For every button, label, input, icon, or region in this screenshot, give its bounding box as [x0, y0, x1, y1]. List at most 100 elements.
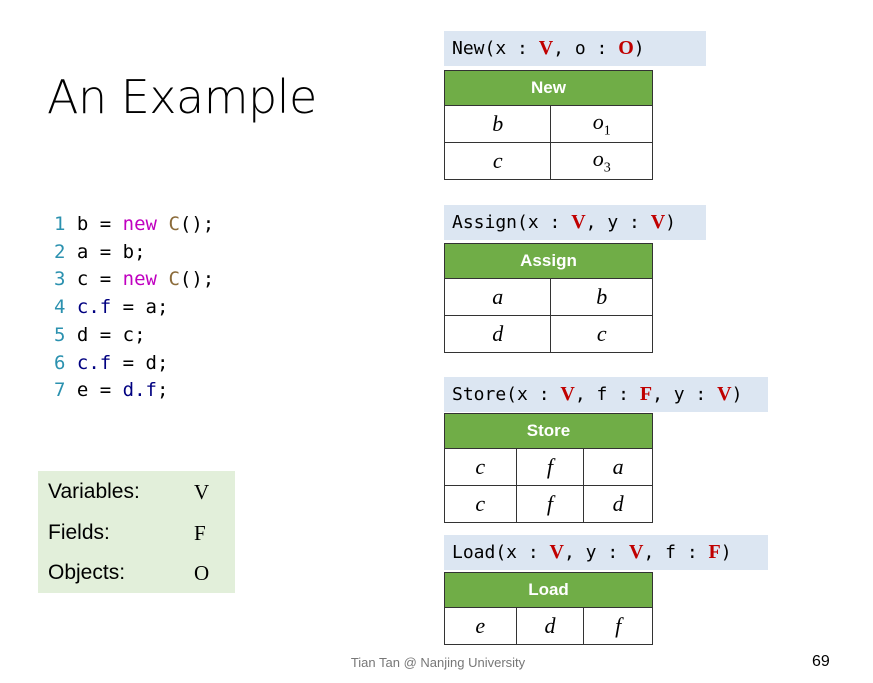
- code-token: c =: [76, 268, 123, 291]
- signature-token: New(x :: [452, 38, 539, 59]
- domain-legend: Variables: V Fields: F Objects: O: [38, 471, 235, 593]
- table-header-row: Load: [444, 572, 653, 608]
- signature-token: V: [717, 383, 732, 405]
- slide-title: An Example: [47, 70, 317, 124]
- code-token: c.f: [76, 351, 112, 374]
- table-cell: f: [515, 485, 585, 523]
- line-number: 1: [54, 213, 77, 235]
- subscript: 1: [603, 123, 611, 139]
- page-number: 69: [812, 653, 830, 670]
- table-header-row: Store: [444, 413, 653, 449]
- signature-token: , o :: [553, 38, 619, 59]
- code-token: d = c;: [76, 323, 146, 346]
- code-line: 4 c.f = a;: [54, 294, 168, 321]
- code-token: = a;: [111, 296, 169, 319]
- signature-token: V: [538, 37, 554, 59]
- table-cell: a: [583, 448, 653, 486]
- code-token: a = b;: [76, 240, 146, 263]
- code-token: ();: [179, 268, 215, 291]
- relation-table: Assign a b d c: [443, 243, 653, 353]
- code-line: 2 a = b;: [54, 239, 146, 266]
- line-number: 5: [54, 323, 77, 346]
- table-cell: o3: [550, 142, 653, 180]
- signature-token: ): [720, 542, 732, 563]
- table-cell: b: [443, 105, 552, 143]
- signature-token: F: [639, 383, 653, 405]
- table-cell: b: [550, 278, 653, 316]
- signature-token: ): [665, 212, 676, 233]
- signature-token: ): [731, 384, 743, 405]
- table-row: ab: [443, 278, 653, 316]
- line-number: 2: [54, 240, 77, 263]
- signature-token: Store(x :: [452, 384, 561, 405]
- table-row: dc: [443, 315, 653, 353]
- table-row: edf: [444, 607, 653, 645]
- table-cell: c: [550, 315, 653, 353]
- signature-token: ): [633, 38, 645, 59]
- table-cell: e: [444, 607, 517, 645]
- line-number: 6: [54, 351, 77, 374]
- code-token: ;: [156, 379, 169, 402]
- legend-label: Fields:: [48, 520, 110, 544]
- legend-label: Objects:: [48, 561, 126, 584]
- code-token: = d;: [111, 351, 169, 374]
- signature-token: O: [618, 37, 634, 59]
- relation-table: New b o1 c o3: [443, 70, 653, 180]
- legend-row: Variables: V: [48, 480, 209, 504]
- relation-signature: Store(x : V, f : F, y : V): [444, 377, 768, 412]
- table-cell: o1: [550, 105, 653, 143]
- legend-label: Variables:: [48, 480, 140, 503]
- table-cell: f: [583, 607, 653, 645]
- legend-value: O: [194, 561, 210, 585]
- legend-value: V: [194, 480, 210, 504]
- signature-token: V: [549, 541, 564, 563]
- table-row: cfa: [444, 448, 653, 486]
- table-cell: a: [443, 278, 552, 316]
- signature-token: , f :: [574, 384, 640, 405]
- table-cell: c: [444, 485, 517, 523]
- table-cell: c: [443, 142, 552, 180]
- table-header: Assign: [444, 243, 653, 279]
- table-header: Load: [444, 572, 653, 608]
- signature-token: V: [650, 211, 666, 233]
- relation-table: Store c f a c f d: [444, 413, 653, 523]
- subscript: 3: [603, 160, 611, 176]
- table-header: Store: [444, 413, 653, 449]
- table-header-row: Assign: [444, 243, 653, 279]
- table-cell: d: [583, 485, 653, 523]
- code-token: new: [122, 268, 157, 291]
- table-row: b o1: [443, 105, 653, 143]
- signature-token: Load(x :: [452, 542, 550, 563]
- signature-token: , f :: [643, 542, 709, 563]
- code-line: 1 b = new C();: [54, 211, 214, 238]
- code-token: e =: [76, 379, 123, 402]
- relation-signature: Assign(x : V, y : V): [444, 205, 706, 240]
- relation-signature: Load(x : V, y : V, f : F): [444, 535, 768, 570]
- table-header: New: [444, 70, 653, 106]
- footer: Tian Tan @ Nanjing University: [350, 655, 526, 670]
- code-token: C: [168, 268, 180, 291]
- code-token: b =: [76, 213, 123, 235]
- code-line: 3 c = new C();: [54, 266, 214, 293]
- code-token: C: [168, 213, 180, 235]
- table-row: c o3: [443, 142, 653, 180]
- code-token: new: [122, 213, 157, 235]
- line-number: 7: [54, 379, 77, 402]
- signature-token: V: [629, 541, 644, 563]
- table-cell: f: [515, 448, 585, 486]
- signature-token: F: [708, 541, 721, 563]
- line-number: 3: [54, 268, 77, 291]
- relation-signature: New(x : V, o : O): [444, 31, 706, 66]
- table-cell: c: [444, 448, 517, 486]
- signature-token: V: [560, 383, 575, 405]
- table-cell: d: [515, 607, 585, 645]
- signature-token: , y :: [564, 542, 630, 563]
- table-row: cfd: [444, 485, 653, 523]
- code-token: ();: [179, 213, 215, 235]
- signature-token: Assign(x :: [452, 212, 572, 233]
- signature-token: V: [571, 211, 586, 233]
- code-line: 7 e = d.f;: [54, 377, 168, 404]
- table-cell: d: [443, 315, 552, 353]
- legend-value: F: [194, 520, 206, 545]
